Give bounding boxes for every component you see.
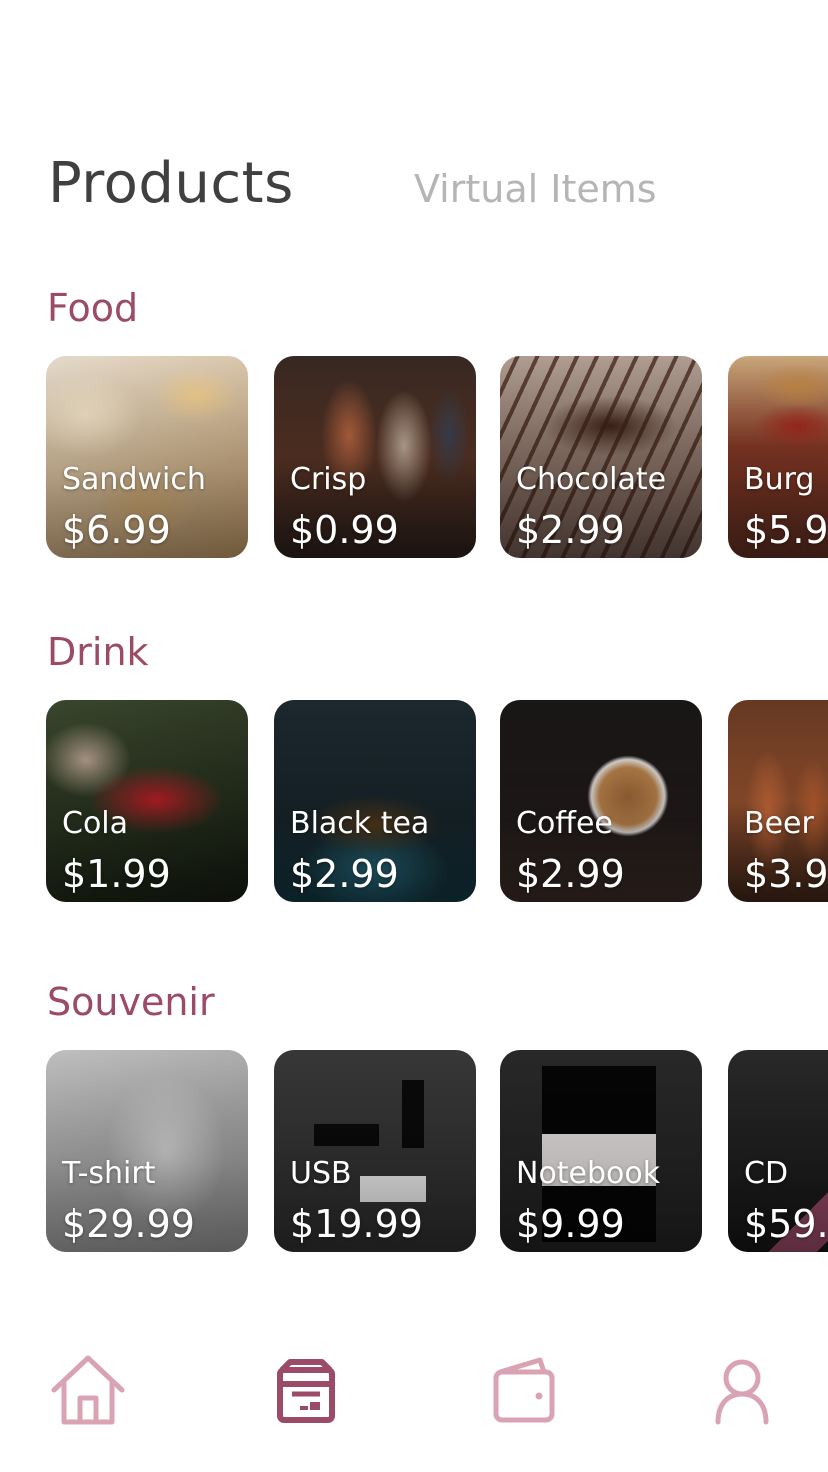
product-row-souvenir: T-shirt $29.99 USB $19.99 Notebook $9.99… — [46, 1050, 828, 1252]
product-card-beer[interactable]: Beer $3.9 — [728, 700, 828, 902]
product-card-chocolate[interactable]: Chocolate $2.99 — [500, 356, 702, 558]
section-title-food: Food — [47, 286, 139, 330]
product-name: T-shirt — [62, 1156, 156, 1191]
product-price: $3.9 — [744, 852, 828, 896]
product-card-coffee[interactable]: Coffee $2.99 — [500, 700, 702, 902]
tab-virtual-items[interactable]: Virtual Items — [414, 164, 657, 214]
nav-profile-button[interactable] — [700, 1348, 784, 1432]
product-card-cd[interactable]: CD $59. — [728, 1050, 828, 1252]
product-name: Burg — [744, 462, 815, 497]
products-screen: Products Virtual Items Food Sandwich $6.… — [0, 0, 828, 1472]
wallet-icon — [493, 1357, 555, 1423]
bottom-nav — [0, 1340, 828, 1440]
profile-icon — [715, 1359, 769, 1425]
product-price: $59. — [744, 1202, 828, 1246]
product-name: Coffee — [516, 806, 613, 841]
product-price: $5.9 — [744, 508, 828, 552]
product-card-t-shirt[interactable]: T-shirt $29.99 — [46, 1050, 248, 1252]
product-card-cola[interactable]: Cola $1.99 — [46, 700, 248, 902]
product-card-crisp[interactable]: Crisp $0.99 — [274, 356, 476, 558]
product-price: $9.99 — [516, 1202, 625, 1246]
product-name: Cola — [62, 806, 129, 841]
nav-wallet-button[interactable] — [482, 1348, 566, 1432]
product-price: $0.99 — [290, 508, 399, 552]
product-name: CD — [744, 1156, 789, 1191]
product-price: $1.99 — [62, 852, 171, 896]
product-card-black-tea[interactable]: Black tea $2.99 — [274, 700, 476, 902]
product-card-usb[interactable]: USB $19.99 — [274, 1050, 476, 1252]
home-icon — [51, 1355, 125, 1425]
product-price: $2.99 — [290, 852, 399, 896]
product-price: $19.99 — [290, 1202, 423, 1246]
product-price: $29.99 — [62, 1202, 195, 1246]
tab-products[interactable]: Products — [48, 148, 294, 220]
header-tabs: Products Virtual Items — [48, 148, 788, 220]
product-price: $6.99 — [62, 508, 171, 552]
section-title-souvenir: Souvenir — [47, 980, 215, 1024]
product-card-burger[interactable]: Burg $5.9 — [728, 356, 828, 558]
product-row-food: Sandwich $6.99 Crisp $0.99 Chocolate $2.… — [46, 356, 828, 558]
product-name: Beer — [744, 806, 814, 841]
product-card-sandwich[interactable]: Sandwich $6.99 — [46, 356, 248, 558]
product-name: Crisp — [290, 462, 367, 497]
product-row-drink: Cola $1.99 Black tea $2.99 Coffee $2.99 … — [46, 700, 828, 902]
store-icon — [277, 1359, 335, 1423]
product-name: Black tea — [290, 806, 430, 841]
product-price: $2.99 — [516, 508, 625, 552]
product-card-notebook[interactable]: Notebook $9.99 — [500, 1050, 702, 1252]
product-name: Notebook — [516, 1156, 661, 1191]
product-name: USB — [290, 1156, 352, 1191]
nav-store-button[interactable] — [264, 1348, 348, 1432]
product-name: Sandwich — [62, 462, 206, 497]
product-price: $2.99 — [516, 852, 625, 896]
nav-home-button[interactable] — [46, 1348, 130, 1432]
product-name: Chocolate — [516, 462, 667, 497]
section-title-drink: Drink — [47, 630, 149, 674]
